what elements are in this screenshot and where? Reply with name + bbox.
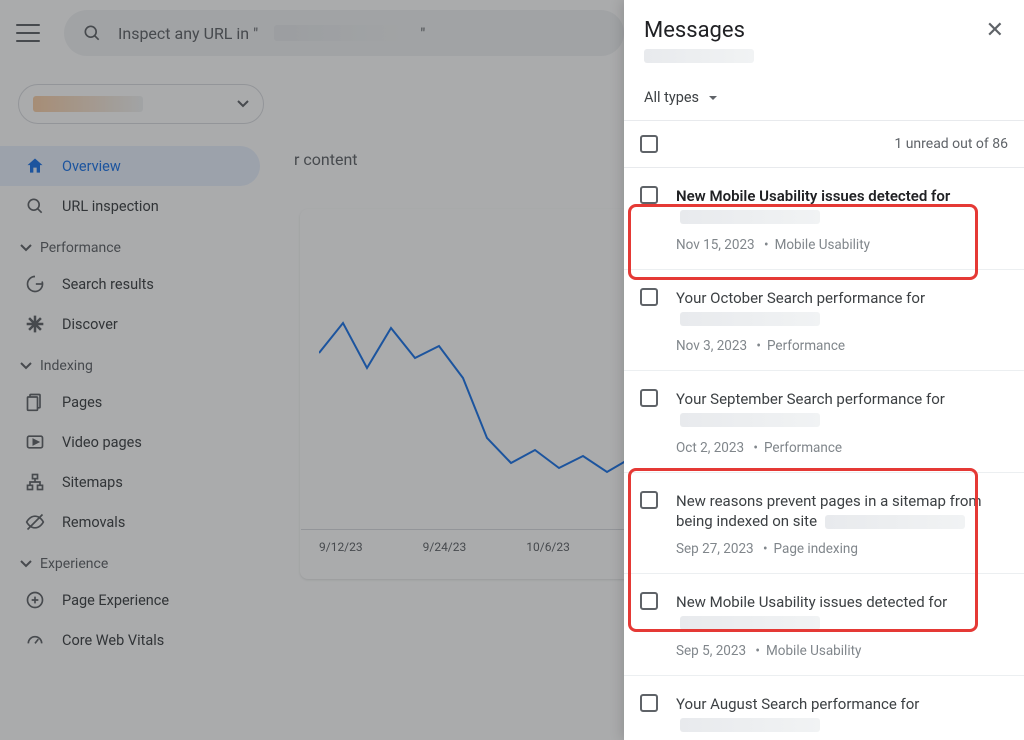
message-title: Your August Search performance for	[676, 694, 1008, 735]
message-checkbox[interactable]	[640, 186, 658, 204]
message-row[interactable]: New Mobile Usability issues detected for…	[624, 168, 1024, 270]
message-row[interactable]: New Mobile Usability issues detected for…	[624, 574, 1024, 676]
redacted-site	[680, 718, 820, 732]
message-row[interactable]: New reasons prevent pages in a sitemap f…	[624, 473, 1024, 575]
message-meta: Nov 3, 2023 Performance	[676, 338, 1008, 354]
message-checkbox[interactable]	[640, 491, 658, 509]
message-title: Your September Search performance for	[676, 389, 1008, 430]
message-meta: Sep 27, 2023 Page indexing	[676, 541, 1008, 557]
messages-panel: Messages ✕ All types 1 unread out of 86 …	[624, 0, 1024, 740]
redacted-site	[825, 515, 965, 529]
message-list: New Mobile Usability issues detected for…	[624, 168, 1024, 740]
redacted-site	[680, 312, 820, 326]
redacted-site	[680, 210, 820, 224]
chevron-down-icon	[707, 92, 719, 104]
message-meta: Nov 15, 2023 Mobile Usability	[676, 237, 1008, 253]
message-title: New Mobile Usability issues detected for	[676, 592, 1008, 633]
message-checkbox[interactable]	[640, 592, 658, 610]
message-row[interactable]: Your October Search performance for Nov …	[624, 270, 1024, 372]
message-row[interactable]: Your September Search performance for Oc…	[624, 371, 1024, 473]
message-checkbox[interactable]	[640, 694, 658, 712]
select-all-checkbox[interactable]	[640, 135, 658, 153]
redacted-site	[680, 616, 820, 630]
message-title: New reasons prevent pages in a sitemap f…	[676, 491, 1008, 532]
property-name-redacted	[644, 49, 754, 63]
message-meta: Sep 5, 2023 Mobile Usability	[676, 643, 1008, 659]
filter-label: All types	[644, 89, 699, 106]
close-icon[interactable]: ✕	[986, 18, 1004, 43]
message-checkbox[interactable]	[640, 389, 658, 407]
panel-title: Messages	[644, 18, 745, 43]
message-meta: Oct 2, 2023 Performance	[676, 440, 1008, 456]
message-row[interactable]: Your August Search performance for Sep 2…	[624, 676, 1024, 740]
message-checkbox[interactable]	[640, 288, 658, 306]
message-type-filter[interactable]: All types	[624, 79, 1024, 121]
unread-count: 1 unread out of 86	[894, 136, 1008, 152]
message-title: Your October Search performance for	[676, 288, 1008, 329]
message-title: New Mobile Usability issues detected for	[676, 186, 1008, 227]
redacted-site	[680, 413, 820, 427]
